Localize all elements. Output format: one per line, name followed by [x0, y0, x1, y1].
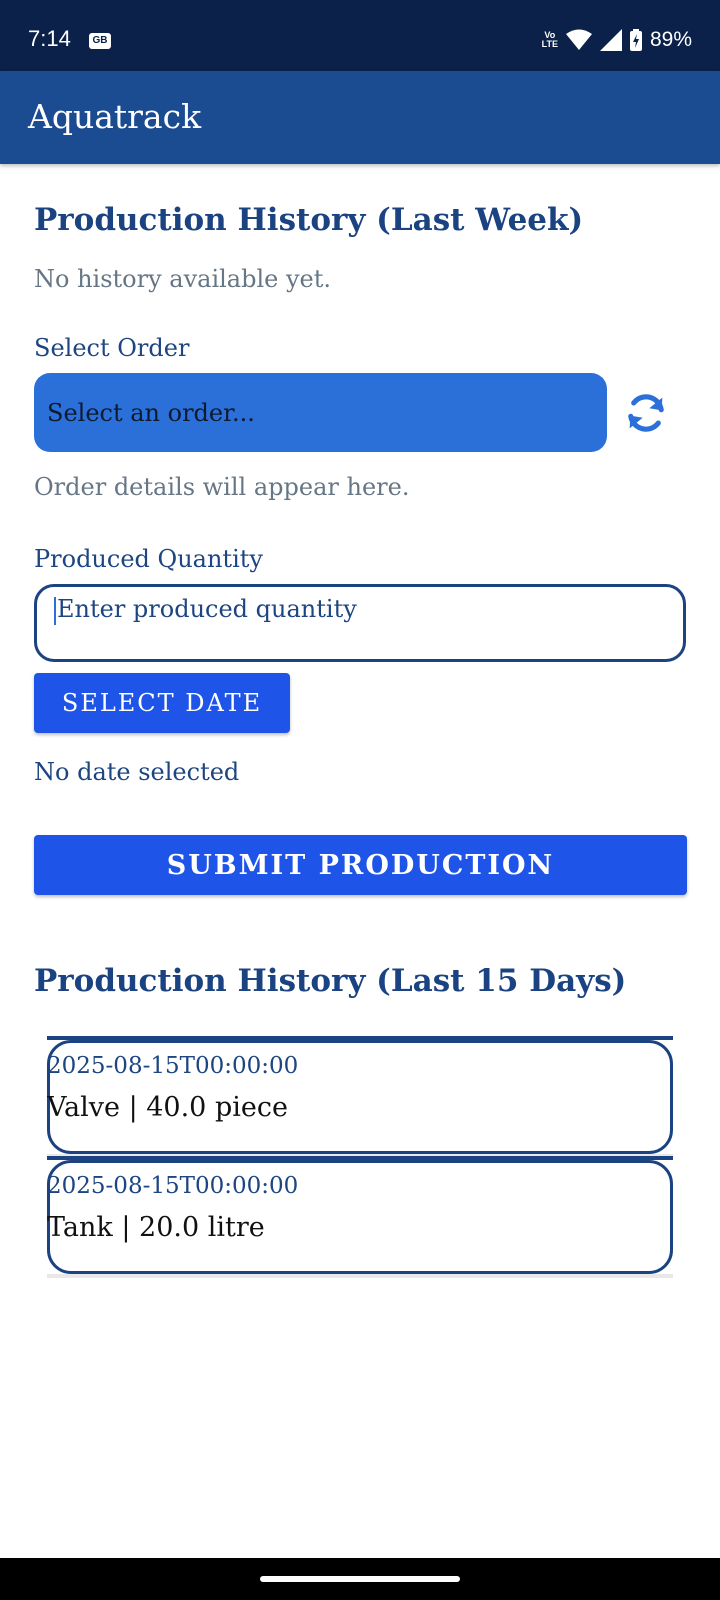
produced-quantity-placeholder: Enter produced quantity — [57, 595, 357, 623]
battery-icon — [629, 29, 642, 51]
date-status-text: No date selected — [34, 758, 240, 786]
last-week-empty-text: No history available yet. — [34, 265, 332, 293]
history-list[interactable]: 2025-08-15T00:00:00 Valve | 40.0 piece 2… — [47, 1036, 673, 1278]
last-15-days-heading: Production History (Last 15 Days) — [34, 963, 627, 999]
list-item[interactable]: 2025-08-15T00:00:00 Valve | 40.0 piece — [47, 1036, 673, 1154]
history-detail: Valve | 40.0 piece — [47, 1092, 288, 1123]
battery-percent: 89% — [649, 28, 692, 51]
signal-icon — [599, 29, 622, 51]
list-item[interactable]: 2025-08-15T00:00:00 Tank | 20.0 litre — [47, 1156, 673, 1274]
produced-quantity-input[interactable]: Enter produced quantity — [34, 584, 686, 662]
status-indicators: Vo LTE 89% — [542, 28, 692, 52]
refresh-icon[interactable] — [624, 391, 668, 435]
last-week-heading: Production History (Last Week) — [34, 202, 584, 238]
history-date: 2025-08-15T00:00:00 — [47, 1173, 299, 1199]
text-cursor — [54, 596, 56, 625]
submit-production-button[interactable]: SUBMIT PRODUCTION — [34, 835, 687, 895]
history-date: 2025-08-15T00:00:00 — [47, 1053, 299, 1079]
app-title: Aquatrack — [28, 97, 202, 136]
order-dropdown-value: Select an order... — [47, 398, 255, 427]
select-date-button[interactable]: SELECT DATE — [34, 673, 290, 733]
volte-icon: Vo LTE — [542, 31, 558, 49]
select-order-label: Select Order — [34, 334, 190, 362]
app-bar: Aquatrack — [0, 71, 720, 164]
notification-icon: GB — [89, 33, 111, 49]
order-details-placeholder: Order details will appear here. — [34, 473, 410, 501]
status-time: 7:14 — [28, 26, 71, 51]
select-date-label: SELECT DATE — [61, 689, 263, 717]
volte-label-bottom: LTE — [541, 39, 558, 49]
order-dropdown[interactable]: Select an order... — [34, 373, 607, 452]
produced-quantity-label: Produced Quantity — [34, 545, 263, 573]
history-detail: Tank | 20.0 litre — [47, 1212, 265, 1243]
status-bar: 7:14 GB Vo LTE 89% — [0, 0, 720, 71]
wifi-icon — [565, 29, 592, 50]
home-gesture-handle[interactable] — [260, 1576, 460, 1582]
submit-production-label: SUBMIT PRODUCTION — [166, 849, 555, 881]
